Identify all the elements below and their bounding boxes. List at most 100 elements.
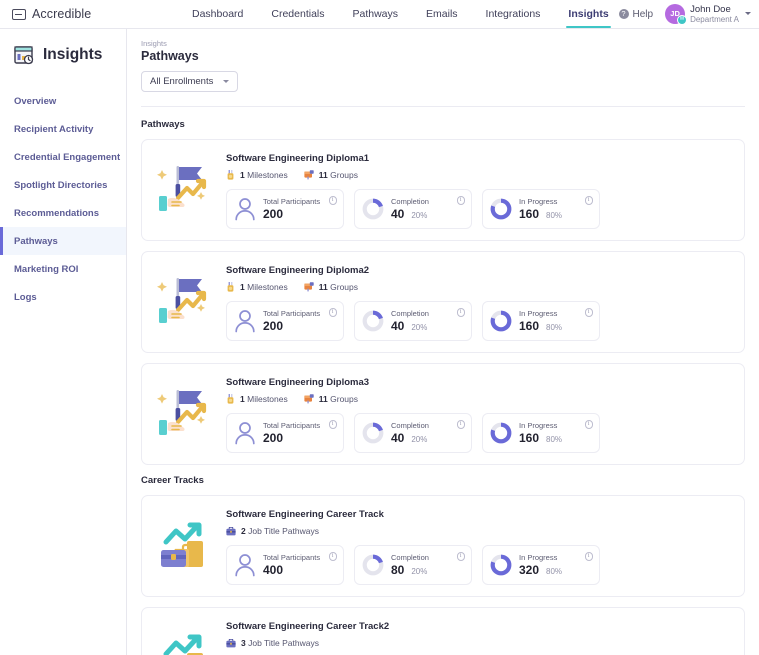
card-meta-label: Milestones	[247, 394, 288, 404]
chevron-down-icon[interactable]	[745, 12, 751, 16]
card-illustration	[152, 505, 218, 585]
stat-value: 40	[391, 319, 405, 333]
briefcase-growth-icon	[161, 522, 203, 567]
card-meta: 11 Groups	[304, 282, 358, 292]
stat-completion[interactable]: Completion 40 20% i	[354, 301, 472, 341]
briefcase-growth-icon	[163, 634, 203, 655]
user-info: John Doe Department A	[690, 4, 739, 25]
nav-item-credentials[interactable]: Credentials	[257, 0, 338, 28]
card-meta-text: 11 Groups	[319, 282, 358, 292]
info-icon[interactable]: i	[328, 308, 337, 317]
info-icon[interactable]: i	[456, 196, 465, 205]
stat-completion[interactable]: Completion 40 20% i	[354, 189, 472, 229]
insights-chart-icon	[14, 46, 34, 65]
card-illustration	[152, 261, 218, 341]
stat-label: Total Participants	[263, 421, 321, 430]
card-meta-text: 11 Groups	[319, 170, 358, 180]
nav-item-dashboard[interactable]: Dashboard	[178, 0, 257, 28]
card-illustration	[152, 617, 218, 655]
info-icon[interactable]: i	[584, 308, 593, 317]
divider	[141, 106, 745, 107]
sidebar-item-recipient-activity[interactable]: Recipient Activity	[0, 115, 126, 143]
info-icon[interactable]: i	[328, 196, 337, 205]
info-icon[interactable]: i	[456, 552, 465, 561]
pathway-card[interactable]: Software Engineering Career Track 2 Job …	[141, 495, 745, 597]
stat-in-progress[interactable]: In Progress 320 80% i	[482, 545, 600, 585]
info-icon[interactable]: i	[456, 420, 465, 429]
stat-label: In Progress	[519, 553, 558, 562]
stat-in-progress[interactable]: In Progress 160 80% i	[482, 413, 600, 453]
pathway-card[interactable]: Software Engineering Diploma1 1 Mileston…	[141, 139, 745, 241]
stat-percent: 20%	[411, 567, 428, 576]
brand-logo[interactable]: Accredible	[0, 7, 178, 21]
stat-values: 80 20%	[391, 563, 429, 577]
user-department: Department A	[690, 14, 739, 24]
card-title: Software Engineering Career Track	[226, 509, 384, 520]
help-button[interactable]: ? Help	[618, 9, 653, 20]
stat-completion[interactable]: Completion 80 20% i	[354, 545, 472, 585]
stat-values: 40 20%	[391, 319, 429, 333]
nav-item-integrations[interactable]: Integrations	[472, 0, 555, 28]
card-stats: Total Participants 200 i Completion 40 2…	[226, 189, 732, 229]
pathway-card[interactable]: Software Engineering Diploma3 1 Mileston…	[141, 363, 745, 465]
stat-values: 40 20%	[391, 431, 429, 445]
enrollment-filter-dropdown[interactable]: All Enrollments	[141, 71, 239, 92]
stat-graphic	[490, 554, 512, 576]
stat-value: 160	[519, 431, 540, 445]
avatar-status-badge: ✉	[677, 14, 688, 25]
stat-in-progress[interactable]: In Progress 160 80% i	[482, 301, 600, 341]
card-body: Software Engineering Career Track2 3 Job…	[226, 617, 732, 655]
stat-in-progress[interactable]: In Progress 160 80% i	[482, 189, 600, 229]
nav-item-insights[interactable]: Insights	[554, 0, 622, 29]
medal-icon	[227, 170, 234, 180]
card-meta-label: Milestones	[247, 282, 288, 292]
sidebar-item-spotlight-directories[interactable]: Spotlight Directories	[0, 171, 126, 199]
nav-item-pathways[interactable]: Pathways	[339, 0, 413, 28]
info-icon[interactable]: i	[584, 552, 593, 561]
card-meta-count: 1	[240, 282, 245, 292]
card-meta-row: 1 Milestones 11 Groups	[226, 394, 732, 404]
stat-total-participants[interactable]: Total Participants 200 i	[226, 189, 344, 229]
card-meta: 11 Groups	[304, 170, 358, 180]
card-meta-count: 2	[241, 526, 246, 536]
card-meta-count: 1	[240, 170, 245, 180]
sidebar-item-overview[interactable]: Overview	[0, 87, 126, 115]
stat-text: In Progress 320 80%	[519, 553, 562, 577]
card-illustration	[152, 149, 218, 229]
card-meta-label: Groups	[330, 394, 358, 404]
sidebar-item-recommendations[interactable]: Recommendations	[0, 199, 126, 227]
sidebar-item-logs[interactable]: Logs	[0, 283, 126, 311]
stat-total-participants[interactable]: Total Participants 200 i	[226, 413, 344, 453]
stat-completion[interactable]: Completion 40 20% i	[354, 413, 472, 453]
pathway-card[interactable]: Software Engineering Career Track2 3 Job…	[141, 607, 745, 655]
stat-percent: 20%	[411, 323, 428, 332]
sidebar-header: Insights	[0, 39, 126, 67]
breadcrumb: Insights	[141, 39, 167, 48]
sidebar-item-credential-engagement[interactable]: Credential Engagement	[0, 143, 126, 171]
stat-graphic	[234, 421, 256, 445]
card-meta-row: 2 Job Title Pathways	[226, 526, 732, 536]
pathway-card[interactable]: Software Engineering Diploma2 1 Mileston…	[141, 251, 745, 353]
section-title: Career Tracks	[141, 475, 204, 486]
stat-value: 160	[519, 207, 540, 221]
card-meta-count: 11	[318, 394, 328, 404]
stat-label: Completion	[391, 309, 429, 318]
info-icon[interactable]: i	[456, 308, 465, 317]
nav-item-emails[interactable]: Emails	[412, 0, 472, 28]
info-icon[interactable]: i	[584, 196, 593, 205]
user-menu[interactable]: JD ✉ John Doe Department A	[665, 4, 751, 25]
donut-icon	[362, 554, 384, 576]
stat-total-participants[interactable]: Total Participants 200 i	[226, 301, 344, 341]
stat-total-participants[interactable]: Total Participants 400 i	[226, 545, 344, 585]
sidebar-item-marketing-roi[interactable]: Marketing ROI	[0, 255, 126, 283]
top-right-actions: ? Help JD ✉ John Doe Department A	[618, 0, 751, 28]
info-icon[interactable]: i	[328, 552, 337, 561]
card-body: Software Engineering Diploma2 1 Mileston…	[226, 261, 732, 341]
info-icon[interactable]: i	[328, 420, 337, 429]
stat-value: 160	[519, 319, 540, 333]
person-icon	[235, 554, 255, 577]
sidebar-item-pathways[interactable]: Pathways	[0, 227, 126, 255]
info-icon[interactable]: i	[584, 420, 593, 429]
card-stats: Total Participants 400 i Completion 80 2…	[226, 545, 732, 585]
card-meta-label: Groups	[330, 282, 358, 292]
